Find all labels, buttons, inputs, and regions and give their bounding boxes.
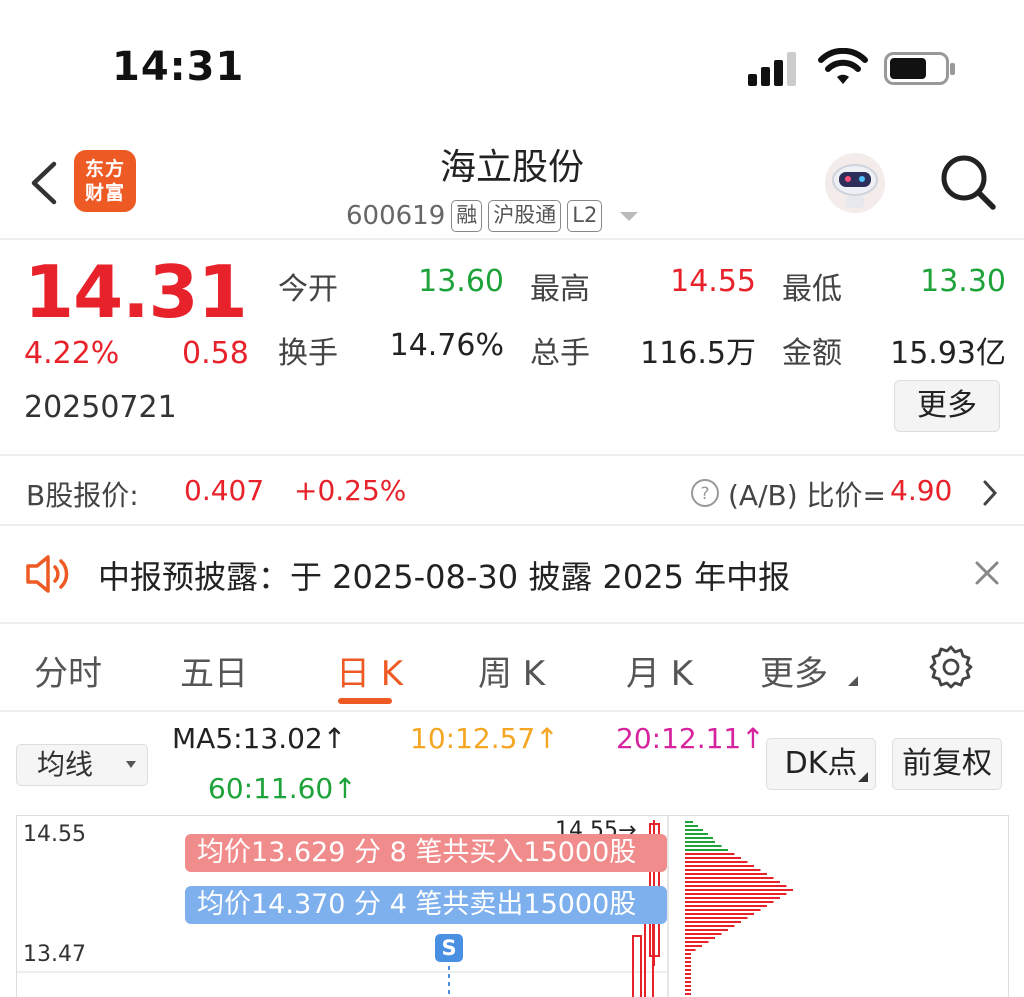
tag-connect: 沪股通 (488, 200, 562, 232)
volume-profile (685, 821, 793, 995)
amount-label: 金额 (782, 336, 842, 371)
status-time: 14:31 (112, 44, 245, 90)
stock-meta-row: 600619 融 沪股通 L2 (346, 196, 642, 236)
indicator-select-value: 均线 (37, 748, 94, 781)
b-share-label: B股报价: (26, 479, 139, 512)
status-bar: 14:31 (0, 0, 1024, 120)
turnover-value: 14.76% (389, 328, 504, 363)
tag-margin: 融 (451, 200, 483, 232)
dropdown-corner-icon (858, 772, 868, 782)
stock-code: 600619 (346, 201, 446, 231)
sell-average-band: 均价14.370 分 4 笔共卖出15000股 (185, 886, 667, 924)
change-amount: 0.58 (182, 336, 249, 371)
turnover-label: 换手 (278, 336, 338, 371)
quote-date: 20250721 (24, 390, 177, 425)
speaker-icon (26, 555, 69, 593)
buy-average-band: 均价13.629 分 8 笔共买入15000股 (185, 834, 667, 872)
ma60-value: 60:11.60↑ (208, 772, 357, 805)
open-label: 今开 (278, 272, 338, 307)
volume-value: 116.5万 (640, 336, 756, 371)
ab-ratio-label: (A/B) 比价= (728, 479, 887, 512)
y-axis-top-label: 14.55 (23, 822, 86, 847)
low-label: 最低 (782, 272, 842, 307)
notice-text: 中报预披露：于 2025-08-30 披露 2025 年中报 (98, 558, 791, 596)
b-share-change: +0.25% (294, 474, 407, 507)
open-value: 13.60 (418, 264, 504, 299)
tab-more[interactable]: 更多 (760, 646, 828, 695)
period-tabs: 分时 五日 日 K 周 K 月 K 更多 (0, 622, 1024, 712)
tab-weekly-k[interactable]: 周 K (478, 646, 545, 695)
dropdown-triangle-icon[interactable] (616, 206, 642, 226)
settings-gear-icon[interactable] (928, 644, 974, 690)
forward-adjust-button[interactable]: 前复权 (892, 738, 1002, 790)
indicator-select[interactable]: 均线 (16, 744, 148, 786)
ma5-value: MA5:13.02↑ (172, 722, 347, 755)
chevron-right-icon[interactable] (980, 478, 1000, 508)
tag-level2: L2 (567, 200, 603, 232)
tab-intraday[interactable]: 分时 (34, 646, 102, 695)
dropdown-corner-icon (848, 676, 858, 686)
battery-icon (884, 52, 955, 85)
tab-five-day[interactable]: 五日 (180, 646, 248, 695)
kline-chart[interactable]: 14.55 13.47 14.55→ 均价13.629 分 8 笔共买入1500… (16, 815, 1009, 997)
ma10-value: 10:12.57↑ (410, 722, 559, 755)
active-tab-indicator (338, 698, 392, 704)
dk-point-button[interactable]: DK点 (766, 738, 876, 790)
help-icon[interactable]: ? (690, 478, 720, 508)
ma20-value: 20:12.11↑ (616, 722, 765, 755)
dropdown-arrow-icon (126, 761, 136, 768)
change-percent: 4.22% (24, 336, 120, 371)
sell-signal-marker[interactable]: S (435, 934, 463, 962)
y-axis-mid-label: 13.47 (23, 942, 86, 967)
low-value: 13.30 (920, 264, 1006, 299)
high-value: 14.55 (670, 264, 756, 299)
search-icon[interactable] (938, 152, 998, 212)
divider (0, 238, 1024, 240)
close-icon[interactable] (974, 560, 1000, 586)
current-price: 14.31 (24, 250, 248, 334)
ab-ratio-value: 4.90 (890, 474, 953, 507)
dk-point-label: DK点 (784, 746, 858, 781)
b-share-price: 0.407 (184, 474, 265, 507)
volume-label: 总手 (530, 336, 590, 371)
wifi-icon (818, 48, 868, 84)
high-label: 最高 (530, 272, 590, 307)
b-share-row[interactable]: B股报价: 0.407 +0.25% ? (A/B) 比价= 4.90 (0, 454, 1024, 526)
ai-assistant-robot-icon[interactable] (822, 150, 888, 216)
tab-daily-k[interactable]: 日 K (336, 646, 403, 695)
more-stats-button[interactable]: 更多 (894, 380, 1000, 432)
cellular-signal-icon (748, 52, 796, 86)
amount-value: 15.93亿 (890, 336, 1006, 371)
notice-banner[interactable]: 中报预披露：于 2025-08-30 披露 2025 年中报 (0, 528, 1024, 620)
svg-text:?: ? (700, 484, 709, 504)
tab-monthly-k[interactable]: 月 K (626, 646, 693, 695)
